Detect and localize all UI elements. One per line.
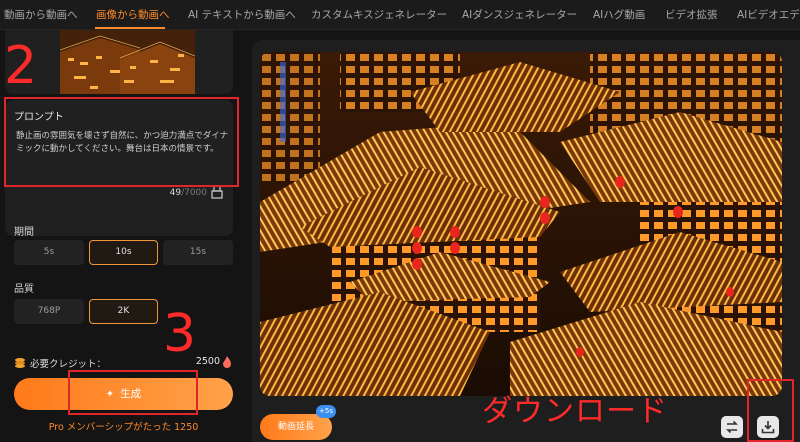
- annotation-download-box: [747, 379, 794, 442]
- quality-label: 品質: [14, 284, 34, 295]
- annotation-prompt-box: [4, 97, 239, 187]
- flame-icon: [223, 356, 231, 368]
- tab-video-extend[interactable]: ビデオ拡張: [665, 0, 718, 29]
- coin-icon: [15, 358, 25, 368]
- clear-icon[interactable]: [211, 185, 223, 199]
- tab-kiss-generator[interactable]: カスタムキスジェネレーター: [311, 0, 447, 29]
- duration-15s-button[interactable]: 15s: [163, 240, 233, 265]
- tab-video-to-video[interactable]: 動画から動画へ: [4, 0, 78, 29]
- quality-768p-button[interactable]: 768P: [14, 299, 84, 324]
- credit-row: 必要クレジット： 2500: [14, 356, 234, 370]
- uploaded-image-card[interactable]: [5, 30, 233, 94]
- swap-icon: [726, 420, 738, 434]
- active-tab-indicator: [95, 27, 165, 29]
- swap-button[interactable]: [721, 416, 743, 438]
- duration-label: 期間: [14, 227, 34, 238]
- annotation-download-label: ダウンロード: [482, 394, 668, 429]
- credit-value: 2500: [195, 356, 220, 367]
- tab-dance-generator[interactable]: AIダンスジェネレーター: [462, 0, 577, 29]
- char-count-current: 49: [169, 188, 182, 198]
- extend-badge: +5s: [316, 405, 336, 418]
- char-count: 49/7000: [170, 188, 207, 198]
- credit-label: 必要クレジット：: [30, 359, 107, 370]
- annotation-step-3: 3: [163, 304, 197, 364]
- tab-image-to-video[interactable]: 画像から動画へ: [96, 0, 170, 29]
- tab-text-to-video[interactable]: AI テキストから動画へ: [188, 0, 296, 29]
- duration-5s-button[interactable]: 5s: [14, 240, 84, 265]
- tab-ai-video-editor[interactable]: AIビデオエディ: [737, 0, 800, 29]
- top-nav: 動画から動画へ 画像から動画へ AI テキストから動画へ カスタムキスジェネレー…: [0, 0, 800, 30]
- generated-video-preview[interactable]: [260, 52, 782, 396]
- uploaded-image-thumbnail: [60, 30, 195, 94]
- pro-membership-link[interactable]: Pro メンバーシップがたった 1250: [0, 419, 247, 433]
- char-count-max: /7000: [181, 188, 207, 198]
- annotation-generate-box: [68, 370, 198, 415]
- duration-10s-button[interactable]: 10s: [89, 240, 158, 265]
- annotation-step-2: 2: [4, 36, 38, 96]
- tab-hug-video[interactable]: AIハグ動画: [593, 0, 645, 29]
- quality-2k-button[interactable]: 2K: [89, 299, 158, 324]
